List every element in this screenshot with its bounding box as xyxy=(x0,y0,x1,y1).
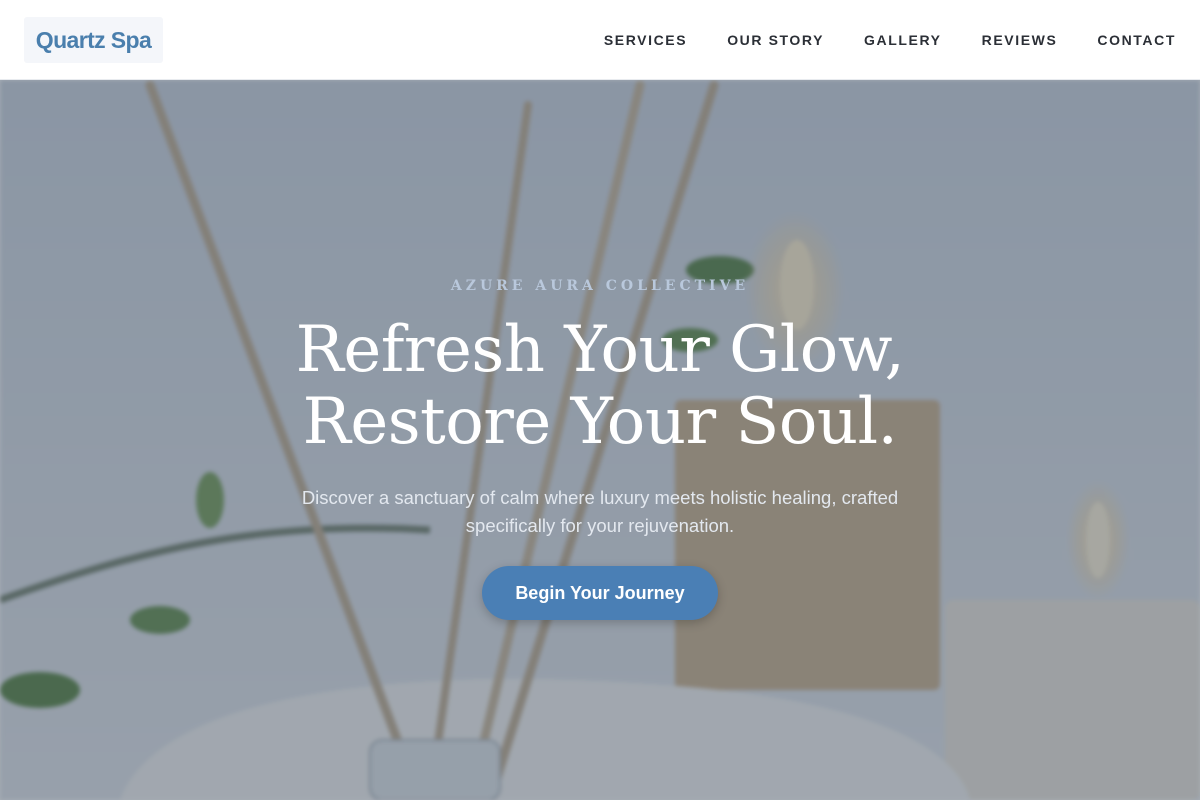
main-nav: SERVICES OUR STORY GALLERY REVIEWS CONTA… xyxy=(564,0,1176,80)
hero-headline: Refresh Your Glow, Restore Your Soul. xyxy=(296,314,905,458)
nav-link-gallery[interactable]: GALLERY xyxy=(864,32,942,48)
hero-eyebrow: AZURE AURA COLLECTIVE xyxy=(450,278,750,294)
nav-link-reviews[interactable]: REVIEWS xyxy=(982,32,1058,48)
hero-subtitle: Discover a sanctuary of calm where luxur… xyxy=(301,487,899,536)
hero-headline-line-1: Refresh Your Glow, xyxy=(295,313,905,387)
brand-logo[interactable]: Quartz Spa xyxy=(24,17,163,63)
nav-link-services[interactable]: SERVICES xyxy=(604,32,687,48)
begin-journey-button[interactable]: Begin Your Journey xyxy=(482,566,718,620)
nav-link-our-story[interactable]: OUR STORY xyxy=(727,32,824,48)
hero-section: AZURE AURA COLLECTIVE Refresh Your Glow,… xyxy=(0,80,1200,800)
hero-headline-line-2: Restore Your Soul. xyxy=(302,385,898,459)
site-header: Quartz Spa SERVICES OUR STORY GALLERY RE… xyxy=(0,0,1200,80)
hero-content: AZURE AURA COLLECTIVE Refresh Your Glow,… xyxy=(0,80,1200,800)
nav-link-contact[interactable]: CONTACT xyxy=(1097,32,1176,48)
